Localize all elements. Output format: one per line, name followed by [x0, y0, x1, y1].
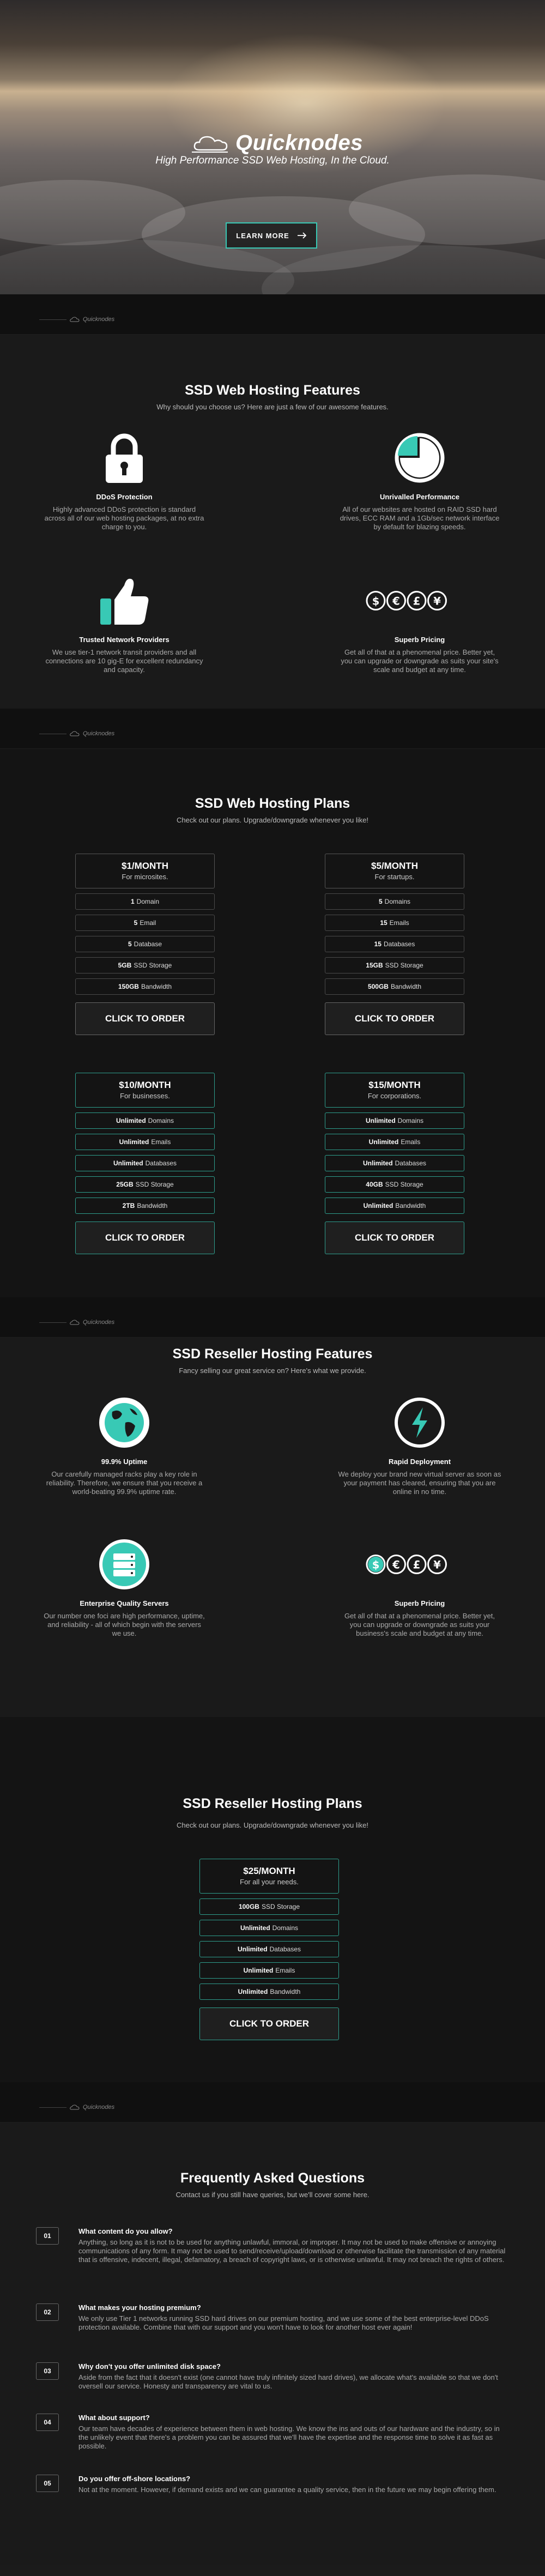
brand-name: Quicknodes: [235, 131, 363, 155]
order-button[interactable]: CLICK TO ORDER: [75, 1222, 215, 1254]
web-plans-section: Quicknodes SSD Web Hosting Plans Check o…: [0, 709, 545, 1297]
order-button[interactable]: CLICK TO ORDER: [325, 1222, 464, 1254]
reseller-features-section: Quicknodes SSD Reseller Hosting Features…: [0, 1297, 545, 1717]
plan-feature-row: Unlimited Databases: [325, 1155, 464, 1171]
plan-feature-row: 40GB SSD Storage: [325, 1176, 464, 1193]
arrow-right-icon: [297, 232, 306, 239]
svg-text:€: €: [392, 1559, 400, 1571]
section-subtitle: Why should you choose us? Here are just …: [156, 403, 389, 411]
server-icon: [99, 1539, 149, 1589]
section-subtitle: Fancy selling our great service on? Here…: [179, 1366, 366, 1375]
svg-text:€: €: [392, 595, 400, 608]
section-title: SSD Reseller Hosting Plans: [183, 1796, 362, 1811]
feature-performance: Unrivalled Performance All of our websit…: [338, 431, 501, 531]
section-title: Frequently Asked Questions: [180, 2170, 365, 2186]
svg-text:£: £: [413, 1559, 421, 1571]
section-divider: Quicknodes: [39, 730, 114, 737]
feature-uptime: 99.9% Uptime Our carefully managed racks…: [43, 1395, 206, 1496]
section-title: SSD Web Hosting Plans: [195, 796, 350, 811]
plan-feature-row: Unlimited Databases: [75, 1155, 215, 1171]
faq-section: Quicknodes Frequently Asked Questions Co…: [0, 2082, 545, 2565]
plan-feature-row: 5GB SSD Storage: [75, 957, 215, 973]
svg-text:¥: ¥: [433, 1559, 441, 1571]
plan-feature-row: Unlimited Domains: [325, 1112, 464, 1129]
section-strip: [0, 709, 545, 749]
hero-logo: Quicknodes: [192, 131, 363, 155]
feature-ddos: DDoS Protection Highly advanced DDoS pro…: [43, 431, 206, 531]
thumbs-up-icon: [100, 578, 149, 625]
section-subtitle: Check out our plans. Upgrade/downgrade w…: [177, 816, 368, 824]
feature-network: Trusted Network Providers We use tier-1 …: [43, 573, 206, 674]
currency-icon: $ € £ ¥: [366, 1555, 447, 1574]
web-features-section: Quicknodes SSD Web Hosting Features Why …: [0, 294, 545, 709]
plan-feature-row: 2TB Bandwidth: [75, 1198, 215, 1214]
section-divider: Quicknodes: [39, 1319, 114, 1326]
order-button[interactable]: CLICK TO ORDER: [199, 2007, 339, 2040]
plan-card-3: $10/MONTH For businesses. Unlimited Domain…: [75, 1073, 215, 1254]
plan-feature-row: 5 Domains: [325, 893, 464, 910]
feature-servers: Enterprise Quality Servers Our number on…: [43, 1537, 206, 1638]
plan-feature-row: Unlimited Bandwidth: [325, 1198, 464, 1214]
plan-card-4: $15/MONTH For corporations. Unlimited Doma…: [325, 1073, 464, 1254]
plan-feature-row: Unlimited Emails: [75, 1134, 215, 1150]
cloud-icon: [70, 2105, 80, 2110]
plan-feature-row: 25GB SSD Storage: [75, 1176, 215, 1193]
pie-chart-icon: [395, 433, 445, 483]
feature-deployment: Rapid Deployment We deploy your brand ne…: [338, 1395, 501, 1496]
cloud-logo-icon: [192, 136, 228, 153]
plan-feature-row: 500GB Bandwidth: [325, 978, 464, 995]
plan-feature-row: 5 Email: [75, 915, 215, 931]
svg-text:$: $: [372, 595, 380, 608]
cloud-icon: [70, 1320, 80, 1325]
plan-feature-row: Unlimited Domains: [199, 1920, 339, 1936]
section-strip: [0, 294, 545, 335]
plan-feature-row: Unlimited Emails: [199, 1962, 339, 1979]
section-subtitle: Contact us if you still have queries, bu…: [175, 2191, 370, 2199]
plan-feature-row: 15GB SSD Storage: [325, 957, 464, 973]
cloud-icon: [70, 731, 80, 736]
plan-feature-row: 15 Databases: [325, 936, 464, 952]
plan-feature-row: Unlimited Domains: [75, 1112, 215, 1129]
section-title: SSD Reseller Hosting Features: [172, 1346, 373, 1362]
feature-reseller-pricing: $ € £ ¥ Superb Pricing Get all of that at a…: [338, 1537, 501, 1638]
section-strip: [0, 1297, 545, 1338]
plan-feature-row: 5 Database: [75, 936, 215, 952]
hero: Quicknodes High Performance SSD Web Host…: [0, 0, 545, 294]
plan-feature-row: Unlimited Bandwidth: [199, 1984, 339, 2000]
cloud-icon: [70, 317, 80, 322]
section-divider: Quicknodes: [39, 2104, 114, 2111]
reseller-plan-card: $25/MONTH For all your needs. 100GB SSD St…: [199, 1859, 339, 2040]
hero-tagline: High Performance SSD Web Hosting, In the…: [155, 155, 390, 166]
plan-feature-row: 100GB SSD Storage: [199, 1898, 339, 1915]
svg-text:£: £: [413, 595, 421, 608]
reseller-plans-section: SSD Reseller Hosting Plans Check out our…: [0, 1717, 545, 2082]
learn-more-button[interactable]: LEARN MORE: [226, 222, 317, 249]
globe-icon: [99, 1398, 149, 1448]
plan-card-1: $1/MONTH For microsites. 1 Domain 5 Email 5…: [75, 854, 215, 1035]
svg-text:$: $: [372, 1559, 380, 1571]
plan-feature-row: Unlimited Emails: [325, 1134, 464, 1150]
order-button[interactable]: CLICK TO ORDER: [325, 1002, 464, 1035]
padlock-icon: [106, 433, 143, 483]
plan-feature-row: 15 Emails: [325, 915, 464, 931]
plan-card-2: $5/MONTH For startups. 5 Domains 15 Emails …: [325, 854, 464, 1035]
section-subtitle: Check out our plans. Upgrade/downgrade w…: [177, 1821, 368, 1829]
order-button[interactable]: CLICK TO ORDER: [75, 1002, 215, 1035]
section-divider: Quicknodes: [39, 316, 114, 323]
feature-pricing: $ € £ ¥ Superb Pricing Get all of that at a…: [338, 573, 501, 674]
lightning-icon: [395, 1398, 445, 1448]
section-title: SSD Web Hosting Features: [185, 383, 360, 398]
currency-icon: $ € £ ¥: [366, 591, 447, 610]
plan-feature-row: Unlimited Databases: [199, 1941, 339, 1957]
learn-more-label: LEARN MORE: [236, 231, 289, 240]
plan-feature-row: 1 Domain: [75, 893, 215, 910]
plan-feature-row: 150GB Bandwidth: [75, 978, 215, 995]
svg-text:¥: ¥: [433, 595, 441, 608]
section-strip: [0, 2082, 545, 2123]
